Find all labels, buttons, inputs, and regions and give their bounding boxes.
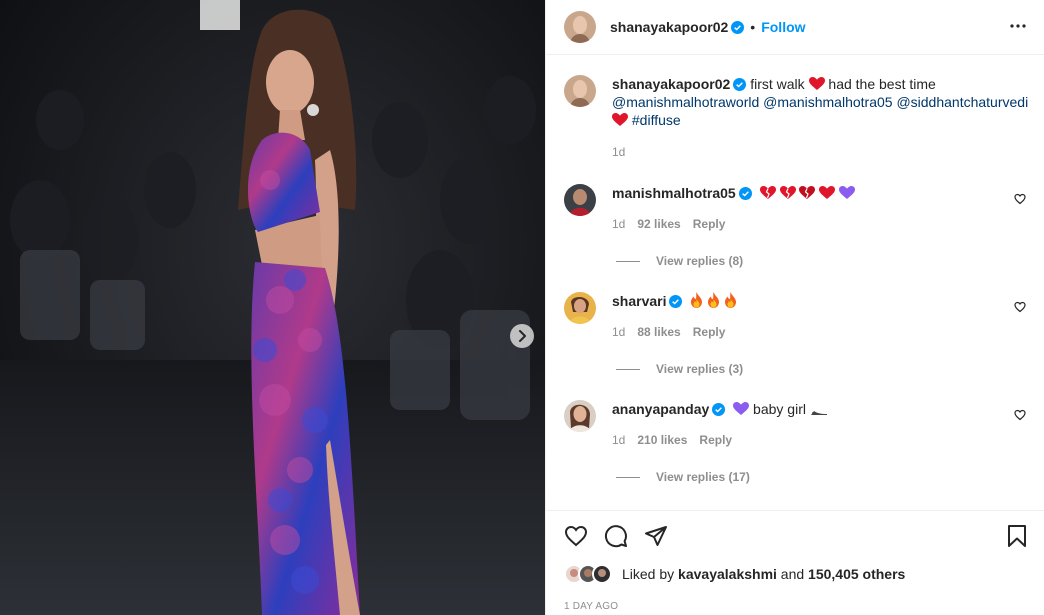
commenter-avatar[interactable] <box>564 400 596 432</box>
comment-time: 1d <box>612 433 626 447</box>
runway-photo <box>0 0 545 615</box>
next-slide-button[interactable] <box>510 324 534 348</box>
mention-link[interactable]: @manishmalhotra05 <box>763 94 892 110</box>
caption-username[interactable]: shanayakapoor02 <box>612 76 730 92</box>
view-replies-label: View replies (8) <box>656 254 744 268</box>
post-header: shanayakapoor02 • Follow <box>546 0 1044 55</box>
comment-time: 1d <box>612 217 626 231</box>
view-replies-button[interactable]: View replies (8) <box>616 254 1028 268</box>
high-heel-icon <box>810 411 827 415</box>
verified-badge-icon <box>731 20 745 34</box>
comment-likes[interactable]: 210 likes <box>637 431 687 449</box>
commenter-avatar[interactable] <box>564 292 596 324</box>
post-caption: shanayakapoor02 first walk had the best … <box>564 55 1028 161</box>
and-text: and <box>780 566 805 582</box>
verified-badge-icon <box>733 78 747 91</box>
broken-heart-icon <box>779 186 796 199</box>
commenter-username[interactable]: manishmalhotra05 <box>612 185 736 201</box>
like-comment-button[interactable] <box>1014 192 1026 208</box>
share-icon <box>645 525 667 546</box>
divider-line <box>616 260 640 262</box>
verified-badge-icon <box>669 295 683 308</box>
caption-time: 1d <box>612 145 626 159</box>
caption-text: first walk <box>750 76 805 92</box>
comments-section[interactable]: shanayakapoor02 first walk had the best … <box>546 55 1044 510</box>
comment-item: manishmalhotra05 1d 92 likes Reply View … <box>564 184 1028 268</box>
broken-heart-icon <box>799 186 816 199</box>
caption-text-2: had the best time <box>828 76 936 92</box>
view-replies-button[interactable]: View replies (3) <box>616 362 1028 376</box>
like-comment-button[interactable] <box>1014 300 1026 316</box>
liker-avatars <box>564 564 612 584</box>
likes-count[interactable]: 150,405 others <box>808 566 905 582</box>
view-replies-label: View replies (17) <box>656 470 750 484</box>
broken-heart-icon <box>759 186 776 199</box>
likes-summary: Liked by kavayalakshmi and 150,405 other… <box>564 564 1028 584</box>
verified-badge-icon <box>738 187 752 200</box>
post-actions: Liked by kavayalakshmi and 150,405 other… <box>546 510 1044 615</box>
heart-outline-icon <box>1014 301 1026 313</box>
like-button[interactable] <box>564 524 588 551</box>
caption-avatar[interactable] <box>564 75 596 107</box>
red-heart-icon <box>808 77 825 90</box>
comment-icon <box>605 524 627 547</box>
verified-badge-icon <box>712 403 726 416</box>
purple-heart-icon <box>733 402 750 415</box>
comment-likes[interactable]: 88 likes <box>637 323 680 341</box>
follow-button[interactable]: Follow <box>761 19 805 35</box>
author-username[interactable]: shanayakapoor02 <box>610 19 728 35</box>
comment-time: 1d <box>612 325 626 339</box>
red-heart-icon <box>819 186 836 199</box>
comment-button[interactable] <box>604 524 628 551</box>
avatar <box>592 564 612 584</box>
reply-button[interactable]: Reply <box>699 431 732 449</box>
more-icon <box>1010 23 1026 28</box>
commenter-avatar[interactable] <box>564 184 596 216</box>
heart-icon <box>564 525 588 546</box>
author-avatar[interactable] <box>564 11 596 43</box>
red-heart-icon <box>612 113 628 126</box>
divider-line <box>616 476 640 478</box>
share-button[interactable] <box>644 524 668 551</box>
post-timestamp[interactable]: 1 day ago <box>564 601 1028 612</box>
bookmark-icon <box>1008 524 1026 547</box>
post-panel: shanayakapoor02 • Follow shanayakapoor02… <box>545 0 1044 615</box>
hashtag-link[interactable]: #diffuse <box>632 112 681 128</box>
heart-outline-icon <box>1014 193 1026 205</box>
more-options-button[interactable] <box>1008 16 1028 39</box>
like-comment-button[interactable] <box>1014 408 1026 424</box>
reply-button[interactable]: Reply <box>693 215 726 233</box>
fire-icon <box>708 292 720 308</box>
fire-icon <box>725 292 737 308</box>
mention-link[interactable]: @manishmalhotraworld <box>612 94 759 110</box>
separator-dot: • <box>750 19 756 35</box>
divider-line <box>616 368 640 370</box>
purple-heart-icon <box>839 186 856 199</box>
liked-by-prefix: Liked by <box>622 566 675 582</box>
view-replies-button[interactable]: View replies (17) <box>616 470 1028 484</box>
save-button[interactable] <box>1006 524 1028 551</box>
comment-item: ananyapanday baby girl 1d 210 likes Repl… <box>564 400 1028 484</box>
fire-icon <box>691 292 703 308</box>
comment-item: sharvari 1d 88 likes Reply View replies … <box>564 292 1028 376</box>
commenter-username[interactable]: sharvari <box>612 293 666 309</box>
view-replies-label: View replies (3) <box>656 362 744 376</box>
chevron-right-icon <box>519 330 526 342</box>
mention-link[interactable]: @siddhantchaturvedi <box>896 94 1028 110</box>
commenter-username[interactable]: ananyapanday <box>612 401 709 417</box>
liked-by-user[interactable]: kavayalakshmi <box>678 566 777 582</box>
comment-likes[interactable]: 92 likes <box>637 215 680 233</box>
comment-text: baby girl <box>753 401 806 417</box>
heart-outline-icon <box>1014 409 1026 421</box>
reply-button[interactable]: Reply <box>693 323 726 341</box>
post-image[interactable] <box>0 0 545 615</box>
